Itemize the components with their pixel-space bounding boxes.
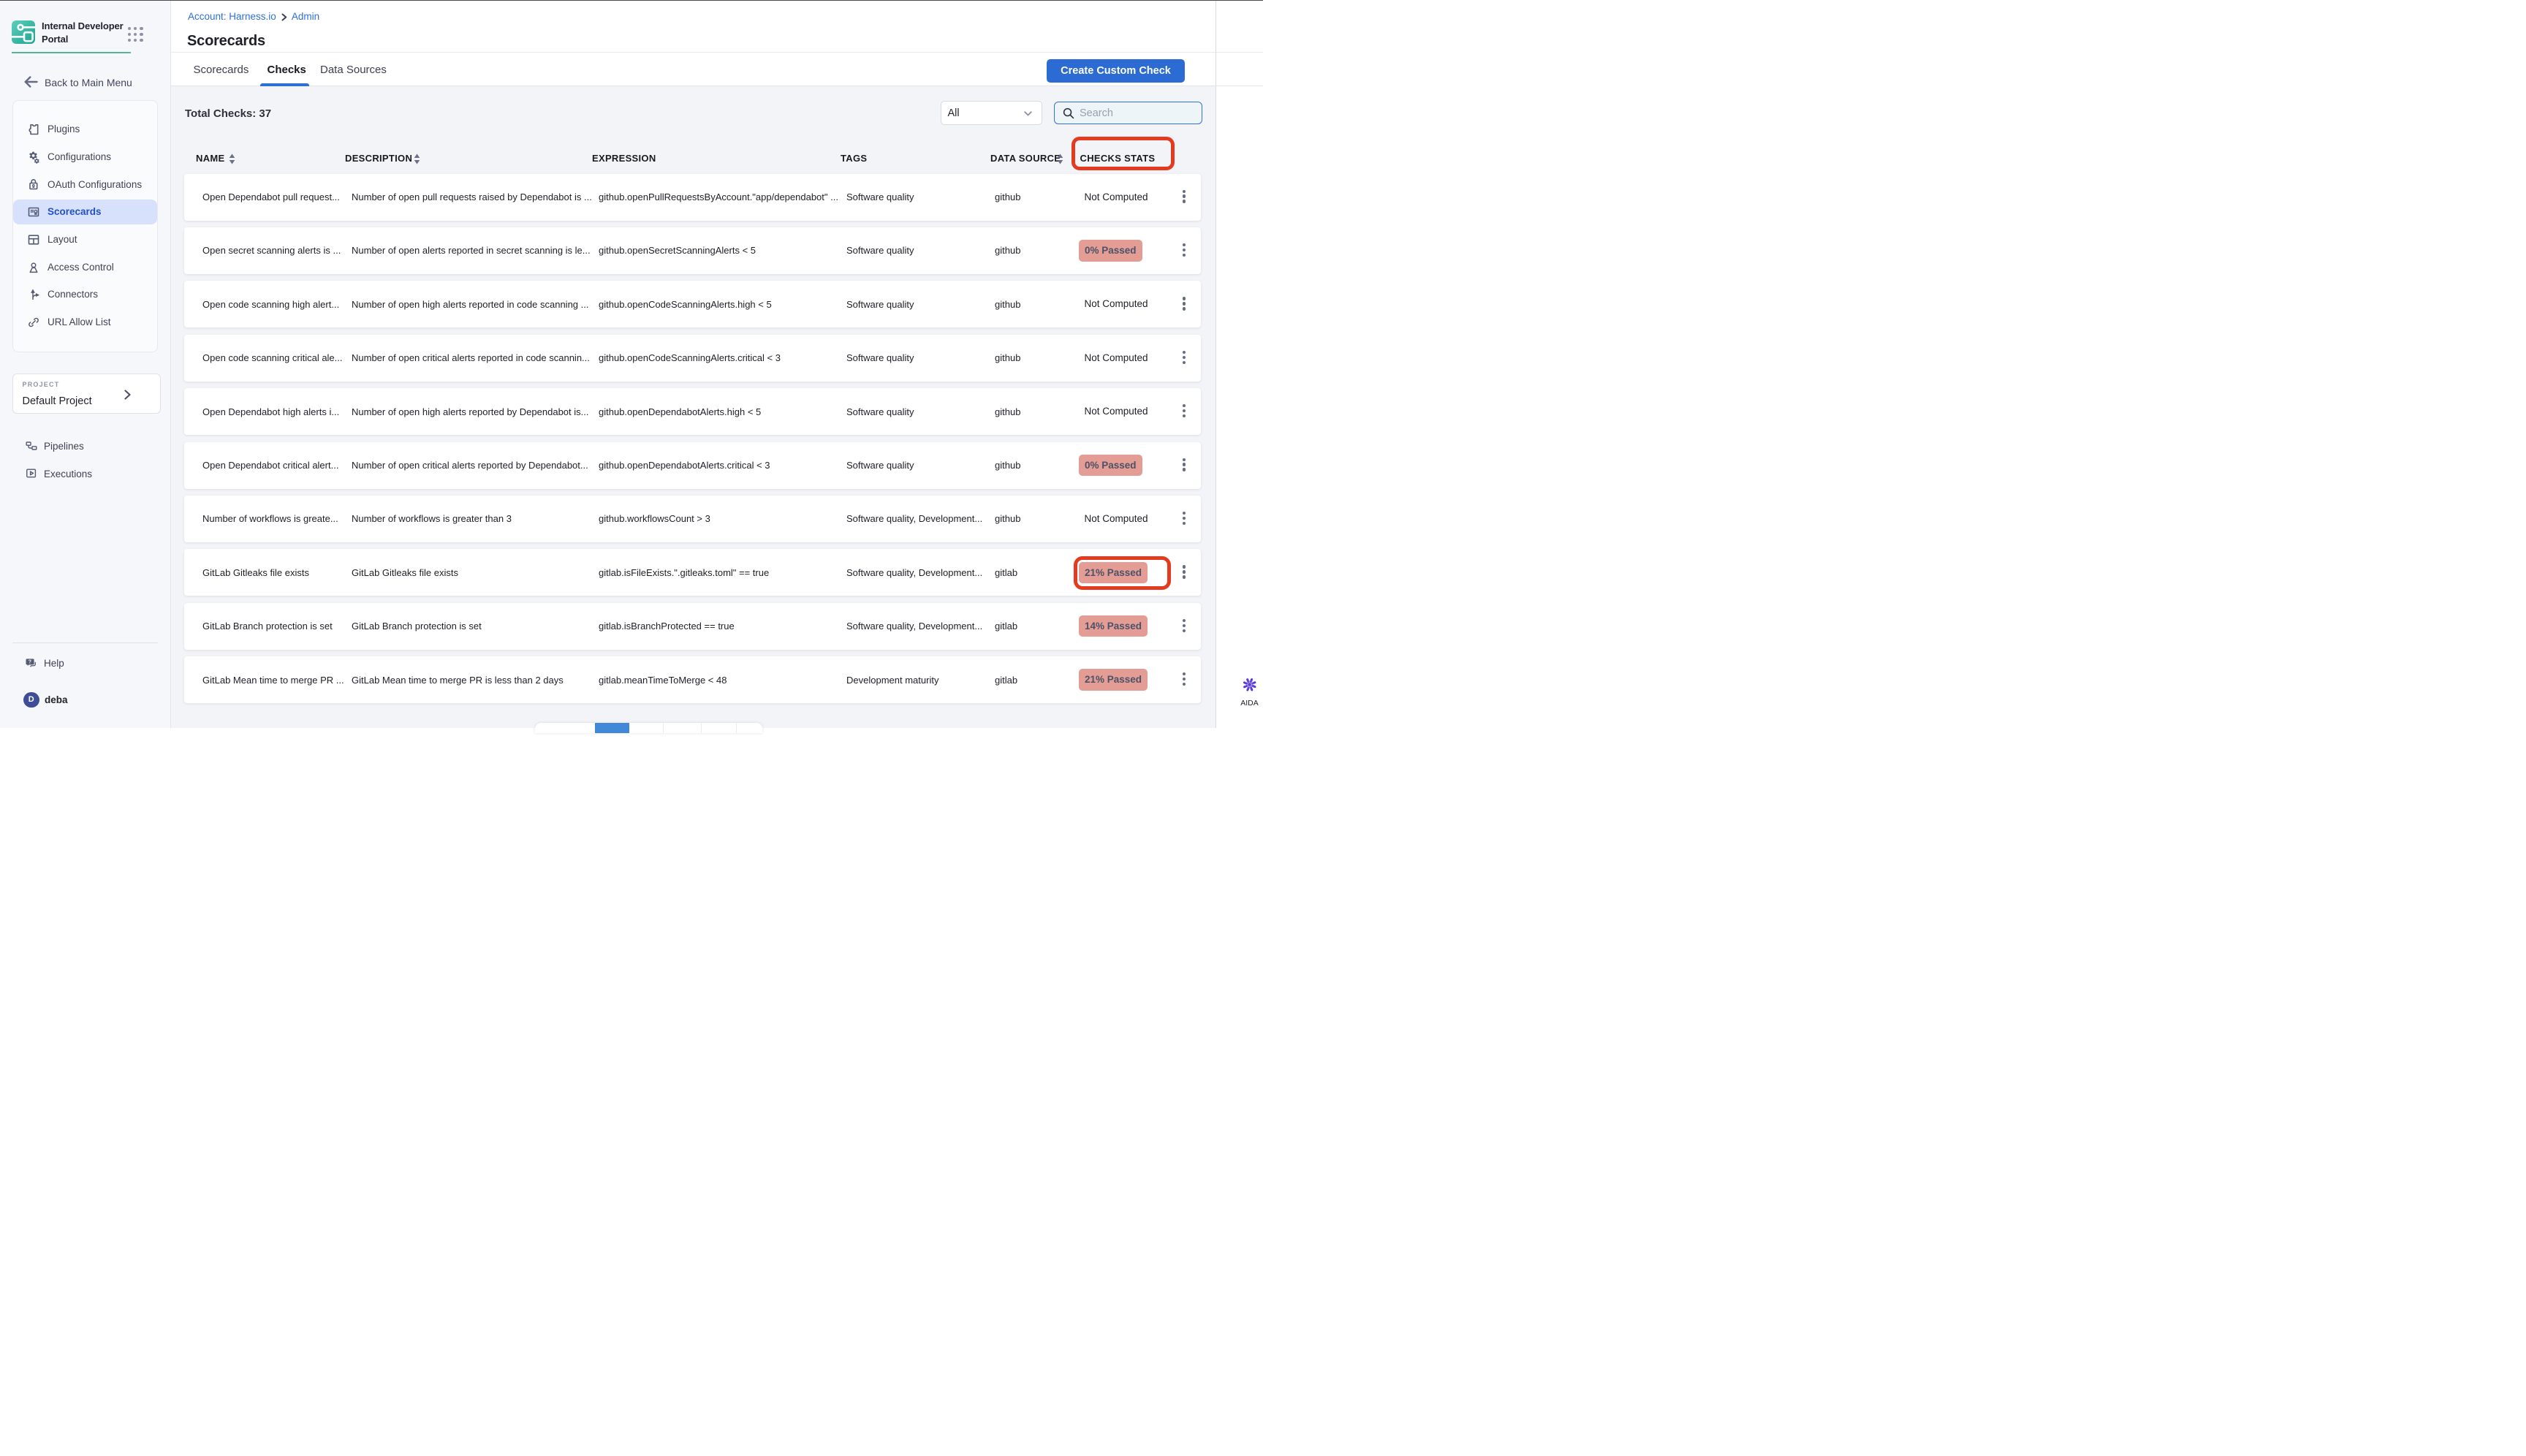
svg-text:?: ? <box>29 659 31 664</box>
